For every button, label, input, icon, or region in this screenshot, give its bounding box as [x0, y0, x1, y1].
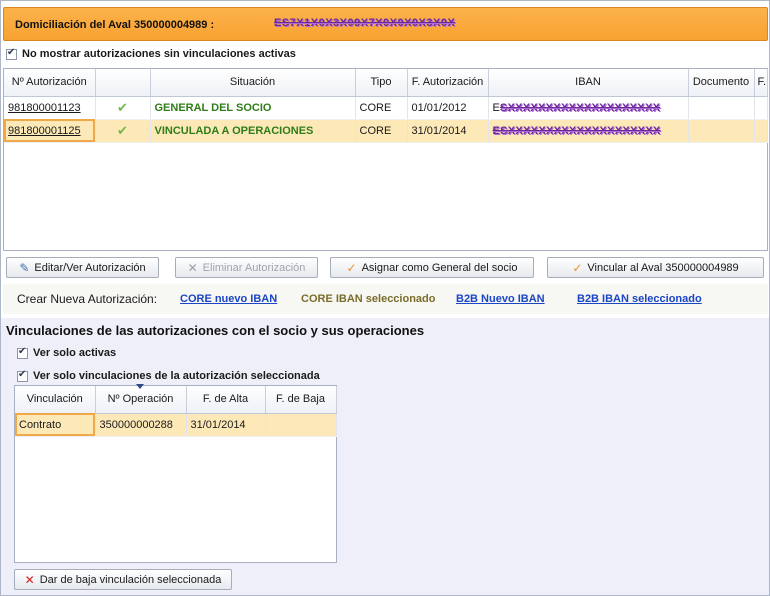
iban-masked: ESXXXXXXXXXXXXXXXXXXXX	[492, 124, 661, 137]
aval-header: Domiciliación del Aval 350000004989 : ES…	[3, 7, 768, 41]
create-authorization-bar: Crear Nueva Autorización: CORE nuevo IBA…	[3, 284, 768, 314]
col-fecha-autorizacion[interactable]: F. Autorización	[407, 69, 489, 97]
checkbox-checked-icon[interactable]	[17, 369, 28, 382]
only-active-checkbox[interactable]: Ver solo activas	[17, 346, 117, 359]
row-iban-cell[interactable]: ESXXXXXXXXXXXXXXXXXXXX	[488, 96, 689, 120]
iban-masked: SXXXXXXXXXXXXXXXXXXXX	[499, 101, 661, 114]
only-selected-label: Ver solo vinculaciones de la autorizació…	[33, 370, 320, 382]
row-numero-cell[interactable]: 981800001125	[4, 119, 96, 143]
checkmark-icon: ✓	[572, 260, 583, 275]
unlink-selected-label: Dar de baja vinculación seleccionada	[39, 573, 222, 586]
col-numero-operacion[interactable]: Nº Operación	[95, 386, 187, 414]
check-icon: ✔	[117, 122, 128, 138]
close-icon: ✕	[24, 572, 35, 587]
col-situacion[interactable]: Situación	[150, 69, 356, 97]
alta-cell[interactable]: 31/01/2014	[186, 413, 266, 437]
situacion-text: GENERAL DEL SOCIO	[154, 101, 272, 114]
row-iban-cell[interactable]: ESXXXXXXXXXXXXXXXXXXXX	[488, 119, 689, 143]
row-situacion-cell[interactable]: GENERAL DEL SOCIO	[150, 96, 356, 120]
core-selected-iban-link[interactable]: CORE IBAN seleccionado	[301, 293, 435, 305]
create-authorization-label: Crear Nueva Autorización:	[17, 292, 158, 306]
row-documento-cell[interactable]	[688, 96, 755, 120]
link-to-aval-label: Vincular al Aval 350000004989	[587, 261, 739, 274]
col-vinculacion[interactable]: Vinculación	[15, 386, 96, 414]
delete-authorization-label: Eliminar Autorización	[202, 261, 306, 274]
no-active-filter-checkbox[interactable]: No mostrar autorizaciones sin vinculacio…	[6, 47, 296, 60]
only-selected-checkbox[interactable]: Ver solo vinculaciones de la autorizació…	[17, 369, 320, 382]
row-numero-cell[interactable]: 981800001123	[4, 96, 96, 120]
vinculacion-cell[interactable]: Contrato	[15, 413, 96, 437]
col-documento[interactable]: Documento	[688, 69, 755, 97]
col-estado[interactable]	[95, 69, 151, 97]
row-tipo-cell[interactable]: CORE	[355, 96, 408, 120]
edit-authorization-button[interactable]: ✎ Editar/Ver Autorización	[6, 257, 159, 278]
row-documento-cell[interactable]	[688, 119, 755, 143]
core-new-iban-link[interactable]: CORE nuevo IBAN	[180, 293, 277, 305]
authorization-number-link[interactable]: 981800001125	[8, 125, 81, 137]
table-row-selected[interactable]: Contrato 350000000288 31/01/2014	[15, 413, 337, 437]
assign-general-label: Asignar como General del socio	[361, 261, 518, 274]
row-situacion-cell[interactable]: VINCULADA A OPERACIONES	[150, 119, 356, 143]
edit-authorization-label: Editar/Ver Autorización	[34, 261, 146, 274]
sort-arrow-icon	[136, 384, 144, 389]
checkbox-checked-icon[interactable]	[6, 47, 17, 60]
col-fecha-baja[interactable]: F. de Baja	[265, 386, 337, 414]
links-section-title: Vinculaciones de las autorizaciones con …	[6, 323, 425, 338]
links-grid: Vinculación Nº Operación F. de Alta F. d…	[14, 385, 337, 563]
baja-cell[interactable]	[265, 413, 337, 437]
checkmark-icon: ✓	[346, 260, 357, 275]
col-numero-autorizacion[interactable]: Nº Autorización	[4, 69, 96, 97]
edit-icon: ✎	[19, 260, 30, 275]
situacion-text: VINCULADA A OPERACIONES	[154, 124, 314, 137]
table-row[interactable]: 981800001123 ✔ GENERAL DEL SOCIO CORE 01…	[4, 96, 768, 120]
row-estado-cell: ✔	[95, 119, 151, 143]
col-fecha-alta[interactable]: F. de Alta	[186, 386, 266, 414]
row-estado-cell: ✔	[95, 96, 151, 120]
operacion-cell[interactable]: 350000000288	[95, 413, 187, 437]
only-active-label: Ver solo activas	[33, 347, 117, 359]
row-fecha-cell[interactable]: 01/01/2012	[407, 96, 489, 120]
row-tipo-cell[interactable]: CORE	[355, 119, 408, 143]
authorization-number-link[interactable]: 981800001123	[8, 102, 81, 114]
b2b-selected-iban-link[interactable]: B2B IBAN seleccionado	[577, 293, 702, 305]
col-tipo[interactable]: Tipo	[355, 69, 408, 97]
delete-icon: ✕	[187, 260, 198, 275]
aval-header-title: Domiciliación del Aval 350000004989 :	[15, 19, 215, 31]
link-to-aval-button[interactable]: ✓ Vincular al Aval 350000004989	[547, 257, 764, 278]
col-iban[interactable]: IBAN	[488, 69, 689, 97]
assign-general-button[interactable]: ✓ Asignar como General del socio	[330, 257, 534, 278]
unlink-selected-button[interactable]: ✕ Dar de baja vinculación seleccionada	[14, 569, 232, 590]
authorizations-grid: Nº Autorización Situación Tipo F. Autori…	[3, 68, 768, 251]
aval-header-masked-value: ES7X1X0X3X09X7X0X0X0X3X0X	[274, 17, 456, 29]
col-extra[interactable]: F.	[754, 69, 768, 97]
no-active-filter-label: No mostrar autorizaciones sin vinculacio…	[22, 48, 296, 60]
check-icon: ✔	[117, 99, 128, 115]
b2b-new-iban-link[interactable]: B2B Nuevo IBAN	[456, 293, 545, 305]
row-extra-cell[interactable]	[754, 119, 768, 143]
row-fecha-cell[interactable]: 31/01/2014	[407, 119, 489, 143]
delete-authorization-button[interactable]: ✕ Eliminar Autorización	[175, 257, 318, 278]
row-extra-cell[interactable]	[754, 96, 768, 120]
checkbox-checked-icon[interactable]	[17, 346, 28, 359]
table-row-selected[interactable]: 981800001125 ✔ VINCULADA A OPERACIONES C…	[4, 119, 768, 143]
iban-prefix: E	[492, 101, 500, 114]
